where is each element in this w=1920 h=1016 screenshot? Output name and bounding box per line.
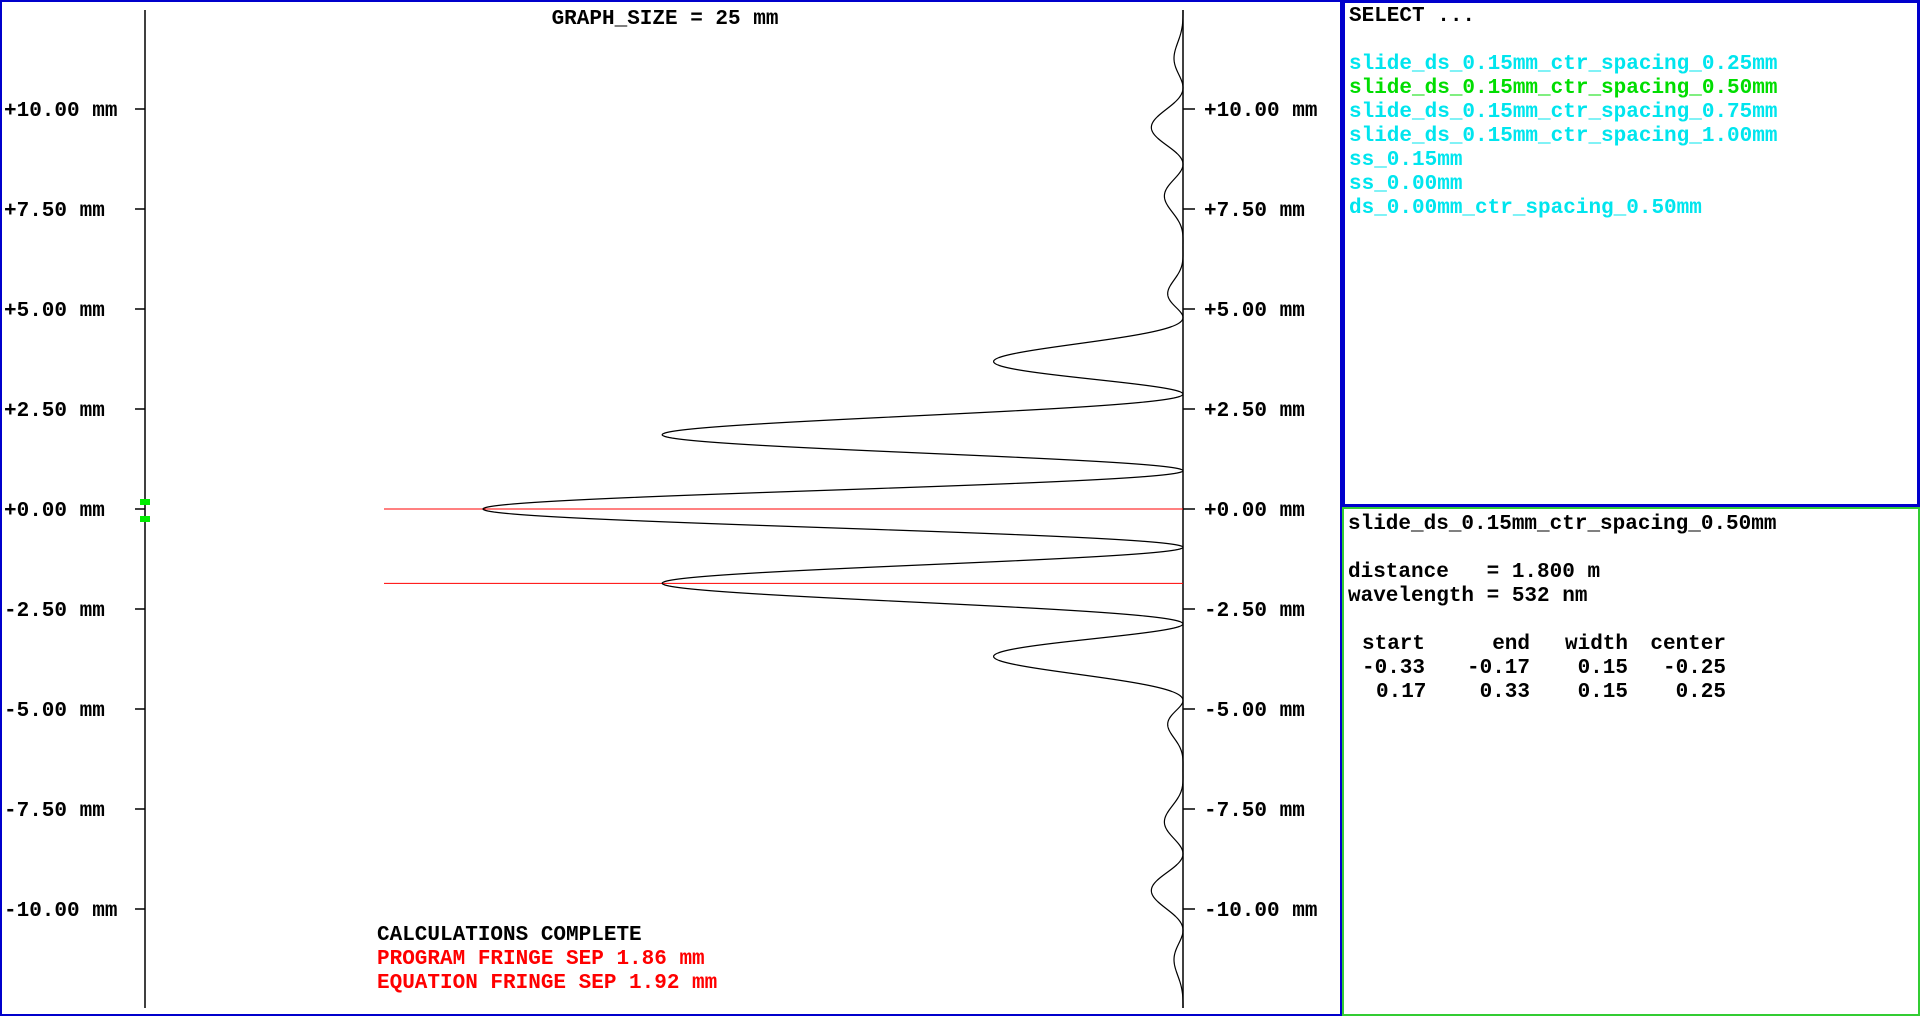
tick-label-left: -5.00 mm [4, 700, 105, 723]
select-panel: SELECT ... slide_ds_0.15mm_ctr_spacing_0… [1342, 0, 1920, 507]
tick-label-right: +2.50 mm [1204, 400, 1305, 423]
selected-config-name: slide_ds_0.15mm_ctr_spacing_0.50mm [1348, 513, 1777, 536]
tick-label-right: -2.50 mm [1204, 600, 1305, 623]
drag-handle[interactable] [140, 516, 150, 522]
tick-label-right: +7.50 mm [1204, 200, 1305, 223]
tick-label-left: -7.50 mm [4, 800, 105, 823]
select-item[interactable]: ss_0.15mm [1349, 149, 1462, 173]
wavelength-text: wavelength = 532 nm [1348, 585, 1588, 608]
select-item[interactable]: slide_ds_0.15mm_ctr_spacing_0.75mm [1349, 101, 1777, 125]
table-cell: 0.25 [1675, 681, 1726, 704]
col-header-start: start [1362, 633, 1426, 656]
tick-label-left: +10.00 mm [4, 100, 117, 123]
tick-label-right: +5.00 mm [1204, 300, 1305, 323]
table-cell: -0.33 [1362, 657, 1426, 680]
table-cell: 0.15 [1577, 681, 1628, 704]
select-header: SELECT ... [1349, 5, 1476, 28]
drag-handle[interactable] [140, 499, 150, 505]
table-row: -0.33 -0.17 0.15 -0.25 [1362, 657, 1726, 681]
table-cell: -0.25 [1662, 657, 1726, 680]
table-cell: -0.17 [1466, 657, 1530, 680]
info-panel: slide_ds_0.15mm_ctr_spacing_0.50mm dista… [1342, 507, 1920, 1016]
tick-label-right: -5.00 mm [1204, 700, 1305, 723]
col-header-center: center [1650, 633, 1726, 656]
status-text: CALCULATIONS COMPLETE [377, 924, 642, 947]
slit-table: start end width center -0.33 -0.17 0.15 … [1362, 633, 1726, 705]
select-item[interactable]: slide_ds_0.15mm_ctr_spacing_0.25mm [1349, 53, 1777, 77]
select-item[interactable]: ds_0.00mm_ctr_spacing_0.50mm [1349, 197, 1702, 221]
col-header-end: end [1492, 633, 1530, 656]
equation-fringe-text: EQUATION FRINGE SEP 1.92 mm [377, 972, 717, 995]
graph-title: GRAPH_SIZE = 25 mm [552, 8, 779, 31]
select-item[interactable]: slide_ds_0.15mm_ctr_spacing_1.00mm [1349, 125, 1777, 149]
program-fringe-text: PROGRAM FRINGE SEP 1.86 mm [377, 948, 705, 971]
tick-label-left: +0.00 mm [4, 500, 105, 523]
tick-label-left: -2.50 mm [4, 600, 105, 623]
tick-label-left: +7.50 mm [4, 200, 105, 223]
col-header-width: width [1564, 633, 1628, 656]
table-cell: 0.33 [1479, 681, 1530, 704]
distance-text: distance = 1.800 m [1348, 561, 1601, 584]
intensity-graph: +10.00 mm +10.00 mm +7.50 mm +7.50 mm +5.00 … [4, 8, 1317, 1008]
select-item[interactable]: slide_ds_0.15mm_ctr_spacing_0.50mm [1349, 77, 1777, 101]
table-cell: 0.17 [1376, 681, 1427, 704]
tick-label-right: -7.50 mm [1204, 800, 1305, 823]
table-cell: 0.15 [1577, 657, 1628, 680]
table-row: 0.17 0.33 0.15 0.25 [1362, 681, 1726, 705]
tick-label-right: +10.00 mm [1204, 100, 1317, 123]
tick-label-right: -10.00 mm [1204, 900, 1317, 923]
graph-panel: +10.00 mm +10.00 mm +7.50 mm +7.50 mm +5.00 … [0, 0, 1342, 1016]
tick-label-right: +0.00 mm [1204, 500, 1305, 523]
tick-label-left: -10.00 mm [4, 900, 117, 923]
select-item[interactable]: ss_0.00mm [1349, 173, 1462, 197]
tick-label-left: +2.50 mm [4, 400, 105, 423]
tick-label-left: +5.00 mm [4, 300, 105, 323]
